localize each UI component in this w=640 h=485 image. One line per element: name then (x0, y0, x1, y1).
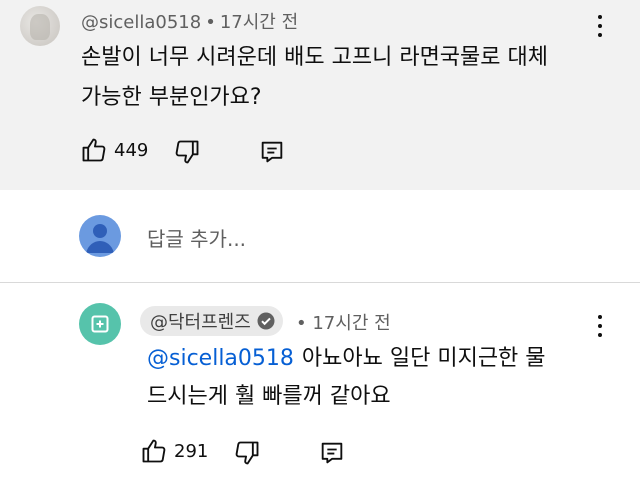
meta-separator: • (205, 12, 216, 33)
highlighted-comment: @sicella0518 • 17시간 전 손발이 너무 시려운데 배도 고프니 라… (0, 0, 640, 190)
creator-name-chip[interactable]: @닥터프렌즈 (140, 306, 283, 336)
reply-author: @닥터프렌즈 (150, 312, 251, 333)
comment-actions: 449 (80, 136, 148, 164)
reply-text-line: 드시는게 훨 빠를꺼 같아요 (147, 384, 391, 409)
reply-meta: • 17시간 전 (296, 309, 391, 335)
medical-plus-icon (91, 315, 109, 333)
thumbs-up-icon[interactable] (80, 136, 108, 164)
reply-text-content: 아뇨아뇨 일단 미지근한 물 (301, 346, 546, 371)
thumbs-down-icon[interactable] (233, 439, 261, 467)
my-avatar (79, 215, 121, 257)
comment-meta: @sicella0518 • 17시간 전 (81, 8, 298, 34)
reply-comment-icon[interactable] (318, 439, 346, 467)
comment-text-line: 손발이 너무 시려운데 배도 고프니 라면국물로 대체 (81, 45, 549, 70)
more-vertical-icon[interactable] (590, 12, 610, 40)
verified-check-icon (257, 312, 275, 330)
comment-text: 손발이 너무 시려운데 배도 고프니 라면국물로 대체 가능한 부분인가요? (81, 38, 581, 118)
like-count: 291 (174, 440, 209, 462)
more-vertical-icon[interactable] (590, 312, 610, 340)
comment-time: 17시간 전 (219, 12, 299, 33)
reply-input[interactable]: 답글 추가... (147, 223, 246, 252)
thumbs-up-icon[interactable] (140, 437, 168, 465)
reply-time: 17시간 전 (312, 313, 391, 334)
like-count: 449 (114, 139, 149, 161)
add-reply-row[interactable]: 답글 추가... (0, 190, 640, 282)
meta-separator: • (296, 313, 307, 334)
divider (0, 282, 640, 283)
thumbs-down-icon[interactable] (173, 138, 201, 166)
reply-text-line: @sicella0518 아뇨아뇨 일단 미지근한 물 (147, 340, 587, 378)
reply-comment-icon[interactable] (258, 138, 286, 166)
person-icon (86, 224, 114, 253)
comment-text-line: 가능한 부분인가요? (81, 85, 262, 110)
reply-text: @sicella0518 아뇨아뇨 일단 미지근한 물 드시는게 훨 빠를꺼 같아… (147, 340, 587, 416)
creator-avatar[interactable] (79, 303, 121, 345)
mention-link[interactable]: @sicella0518 (147, 346, 294, 371)
comment-author[interactable]: @sicella0518 (81, 12, 201, 33)
commenter-avatar[interactable] (20, 6, 60, 46)
reply-actions: 291 (140, 437, 208, 465)
